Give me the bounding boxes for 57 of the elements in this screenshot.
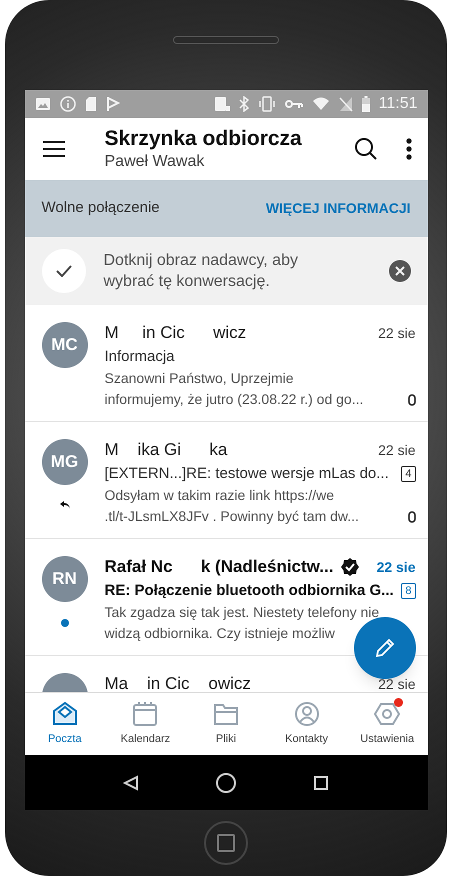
thread-count: 4 (401, 466, 416, 482)
sender-name: Ma in Cic owicz (104, 673, 251, 692)
email-preview: widzą odbiornika. Czy istnieje możliw (104, 624, 336, 643)
info-icon (60, 96, 76, 112)
email-date: 22 sie (378, 324, 416, 342)
bluetooth-icon (238, 96, 249, 112)
nav-tab[interactable]: Kalendarz (105, 693, 186, 755)
email-preview: informujemy, że jutro (23.08.22 r.) od go... (104, 390, 364, 409)
sender-name: M in Cic wicz (104, 322, 246, 344)
status-time: 11:51 (378, 94, 418, 114)
no-signal-icon (338, 96, 353, 112)
email-preview: .tl/t-JLsmLX8JFv . Powinny być tam dw... (104, 507, 360, 526)
sd-card-icon (84, 96, 96, 112)
nav-tab[interactable]: Pliki (186, 693, 266, 755)
more-icon[interactable] (406, 138, 412, 160)
image-icon (34, 97, 50, 111)
tip-text: Dotknij obraz nadawcy, aby wybrać tę konwersację. (104, 251, 299, 292)
sender-name: Rafał Nc k (Nadleśnictw... (104, 556, 334, 578)
email-row[interactable]: MG M ika Gi ka 22 sie [EXTERN...]RE: testowe wersje mLas do... 4 Odsyłam w takim razie link https://we .tl/t-JLsmLX8JFv . Powinny być tam dw... (24, 422, 428, 539)
email-date: 22 sie (378, 440, 416, 460)
check-icon (56, 265, 72, 277)
email-preview: Tak zgadza się tak jest. Niestety telefony nie (104, 603, 380, 622)
nav-tab[interactable]: Kontakty (266, 693, 347, 755)
avatar-initials: RN (52, 568, 77, 590)
email-row[interactable]: MC M in Cic wicz 22 sie Informacja Szanowni Państwo, Uprzejmie informujemy, że jutro (23.08.22 r.) od go... (24, 305, 428, 422)
sender-name: M ika Gi ka (104, 439, 228, 462)
nav-tab[interactable]: Poczta (24, 693, 106, 755)
nav-tab[interactable]: Ustawienia (346, 693, 428, 755)
back-icon[interactable] (122, 774, 139, 790)
home-icon[interactable] (214, 772, 237, 794)
account-name: Paweł Wawak (104, 152, 206, 172)
banner-text: Wolne połączenie (42, 198, 160, 218)
person-icon (292, 700, 321, 728)
email-preview: Szanowni Państwo, Uprzejmie (104, 369, 295, 388)
search-icon[interactable] (354, 137, 378, 161)
flag-icon (106, 96, 120, 112)
thread-count: 8 (401, 583, 416, 599)
home-button[interactable] (204, 821, 248, 865)
email-date: 22 sie (376, 558, 416, 576)
battery-icon (362, 96, 370, 112)
email-subject: Informacja (104, 346, 175, 367)
recents-icon[interactable] (313, 774, 330, 790)
avatar-initials: MC (51, 334, 78, 356)
menu-icon[interactable] (42, 141, 64, 157)
wifi-icon (312, 97, 330, 111)
avatar-initials: MG (50, 451, 78, 474)
email-subject: RE: Połączenie bluetooth odbiornika G... (104, 580, 394, 601)
email-preview: Odsyłam w takim razie link https://we (104, 486, 336, 505)
email-subject: [EXTERN...]RE: testowe wersje mLas do... (104, 464, 389, 484)
key-icon (284, 99, 303, 109)
pencil-icon (374, 637, 396, 659)
close-icon[interactable] (388, 260, 410, 282)
email-date: 22 sie (378, 674, 416, 692)
sim-icon (214, 96, 230, 112)
inbox-title: Skrzynka odbiorcza (104, 126, 303, 152)
vibrate-icon (258, 96, 276, 112)
calendar-icon (131, 700, 160, 728)
